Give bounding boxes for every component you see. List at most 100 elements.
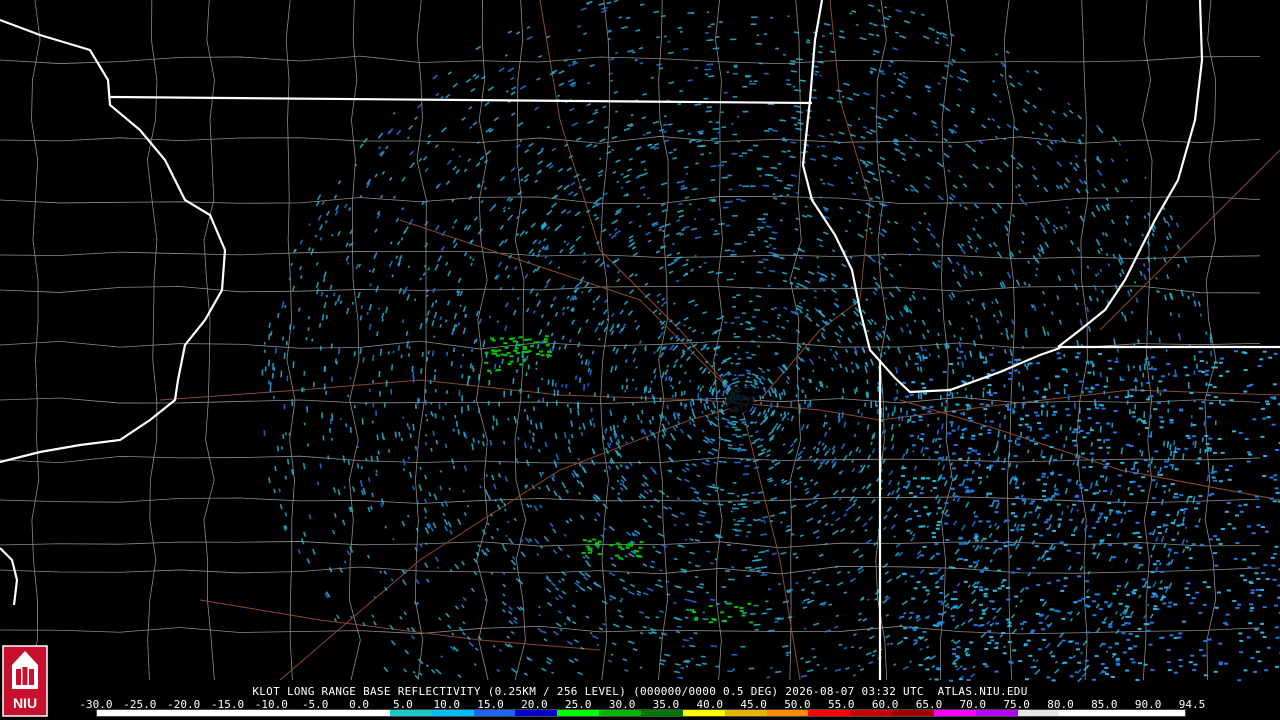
echo-pixel (748, 234, 755, 236)
echo-pixel (1191, 543, 1196, 546)
echo-pixel (1103, 385, 1108, 388)
echo-pixel (726, 224, 731, 227)
echo-pixel (1051, 679, 1056, 682)
echo-pixel (1129, 493, 1134, 496)
echo-pixel (1046, 624, 1051, 627)
echo-pixel (731, 250, 735, 253)
echo-pixel (758, 62, 763, 65)
echo-pixel (263, 342, 266, 345)
echo-pixel (974, 462, 979, 465)
echo-pixel (1246, 460, 1251, 463)
echo-pixel (1226, 589, 1231, 592)
echo-pixel-strong (634, 550, 639, 553)
echo-pixel (1167, 605, 1172, 608)
echo-pixel (1084, 604, 1089, 607)
echo-pixel (731, 122, 734, 125)
echo-pixel (1138, 546, 1143, 549)
echo-pixel (936, 667, 941, 670)
echo-pixel (1095, 407, 1100, 410)
echo-pixel-strong (581, 552, 586, 555)
echo-pixel (906, 529, 911, 532)
echo-pixel (971, 449, 976, 452)
echo-pixel (895, 396, 898, 400)
echo-pixel (1013, 369, 1018, 372)
echo-pixel (1192, 423, 1197, 426)
echo-pixel (1202, 603, 1207, 606)
echo-pixel (1018, 381, 1021, 387)
echo-pixel (745, 575, 751, 577)
echo-pixel (1266, 416, 1271, 419)
echo-pixel (1206, 361, 1208, 364)
echo-pixel (951, 467, 956, 470)
echo-pixel (1212, 386, 1217, 389)
echo-pixel (1060, 589, 1065, 592)
echo-pixel (674, 391, 677, 398)
echo-pixel (1045, 434, 1050, 437)
echo-pixel (1013, 515, 1018, 518)
echo-pixel-strong (522, 359, 527, 362)
echo-pixel (1095, 520, 1100, 523)
echo-pixel (952, 410, 957, 413)
echo-pixel (1007, 625, 1012, 628)
echo-pixel (1085, 631, 1090, 634)
echo-pixel (1199, 360, 1204, 363)
echo-pixel (1121, 632, 1126, 635)
echo-pixel (737, 503, 743, 506)
echo-pixel-strong (523, 338, 528, 341)
echo-pixel (594, 392, 596, 397)
echo-pixel (724, 570, 730, 573)
echo-pixel (1179, 408, 1184, 411)
echo-pixel (613, 396, 615, 402)
echo-pixel (1173, 671, 1178, 674)
echo-pixel (1031, 566, 1036, 569)
echo-pixel (323, 383, 326, 390)
echo-pixel-strong (503, 342, 508, 345)
echo-pixel (945, 400, 948, 403)
scale-swatch (515, 710, 558, 716)
echo-pixel (1213, 670, 1218, 673)
echo-pixel-strong (509, 360, 514, 363)
echo-pixel (1087, 417, 1092, 420)
echo-pixel (1008, 439, 1013, 442)
echo-pixel (963, 558, 968, 561)
echo-pixel (1082, 436, 1087, 439)
echo-pixel (1213, 361, 1218, 364)
echo-pixel (737, 520, 745, 523)
echo-pixel (979, 617, 984, 620)
echo-pixel (1133, 472, 1138, 475)
echo-pixel (1262, 474, 1267, 477)
echo-pixel (1112, 592, 1117, 595)
echo-pixel (798, 403, 801, 408)
echo-pixel (979, 589, 984, 592)
echo-pixel (1189, 602, 1194, 605)
echo-pixel (923, 356, 928, 359)
echo-pixel (729, 38, 737, 41)
echo-pixel (1192, 435, 1197, 438)
echo-pixel (952, 652, 957, 655)
echo-pixel (1005, 586, 1010, 589)
echo-pixel (1219, 399, 1221, 405)
echo-pixel (1167, 669, 1172, 672)
echo-pixel (1128, 409, 1131, 415)
echo-pixel (1141, 420, 1146, 423)
echo-pixel (1131, 411, 1136, 414)
echo-pixel (1214, 606, 1219, 609)
echo-pixel (1251, 552, 1256, 555)
echo-pixel (1040, 405, 1045, 408)
echo-pixel (1270, 556, 1275, 559)
echo-pixel (1074, 402, 1076, 409)
echo-pixel (739, 443, 744, 446)
echo-pixel (1050, 472, 1055, 475)
echo-pixel (1239, 651, 1244, 654)
echo-pixel (1039, 534, 1044, 537)
echo-pixel (912, 477, 917, 480)
echo-pixel (1005, 404, 1010, 407)
echo-pixel (993, 540, 998, 543)
echo-pixel (1055, 493, 1060, 496)
echo-pixel (567, 403, 569, 408)
echo-pixel (1193, 663, 1198, 666)
echo-pixel (1044, 521, 1049, 524)
echo-pixel (1003, 414, 1006, 420)
echo-pixel (1199, 543, 1204, 546)
echo-pixel (288, 432, 291, 436)
